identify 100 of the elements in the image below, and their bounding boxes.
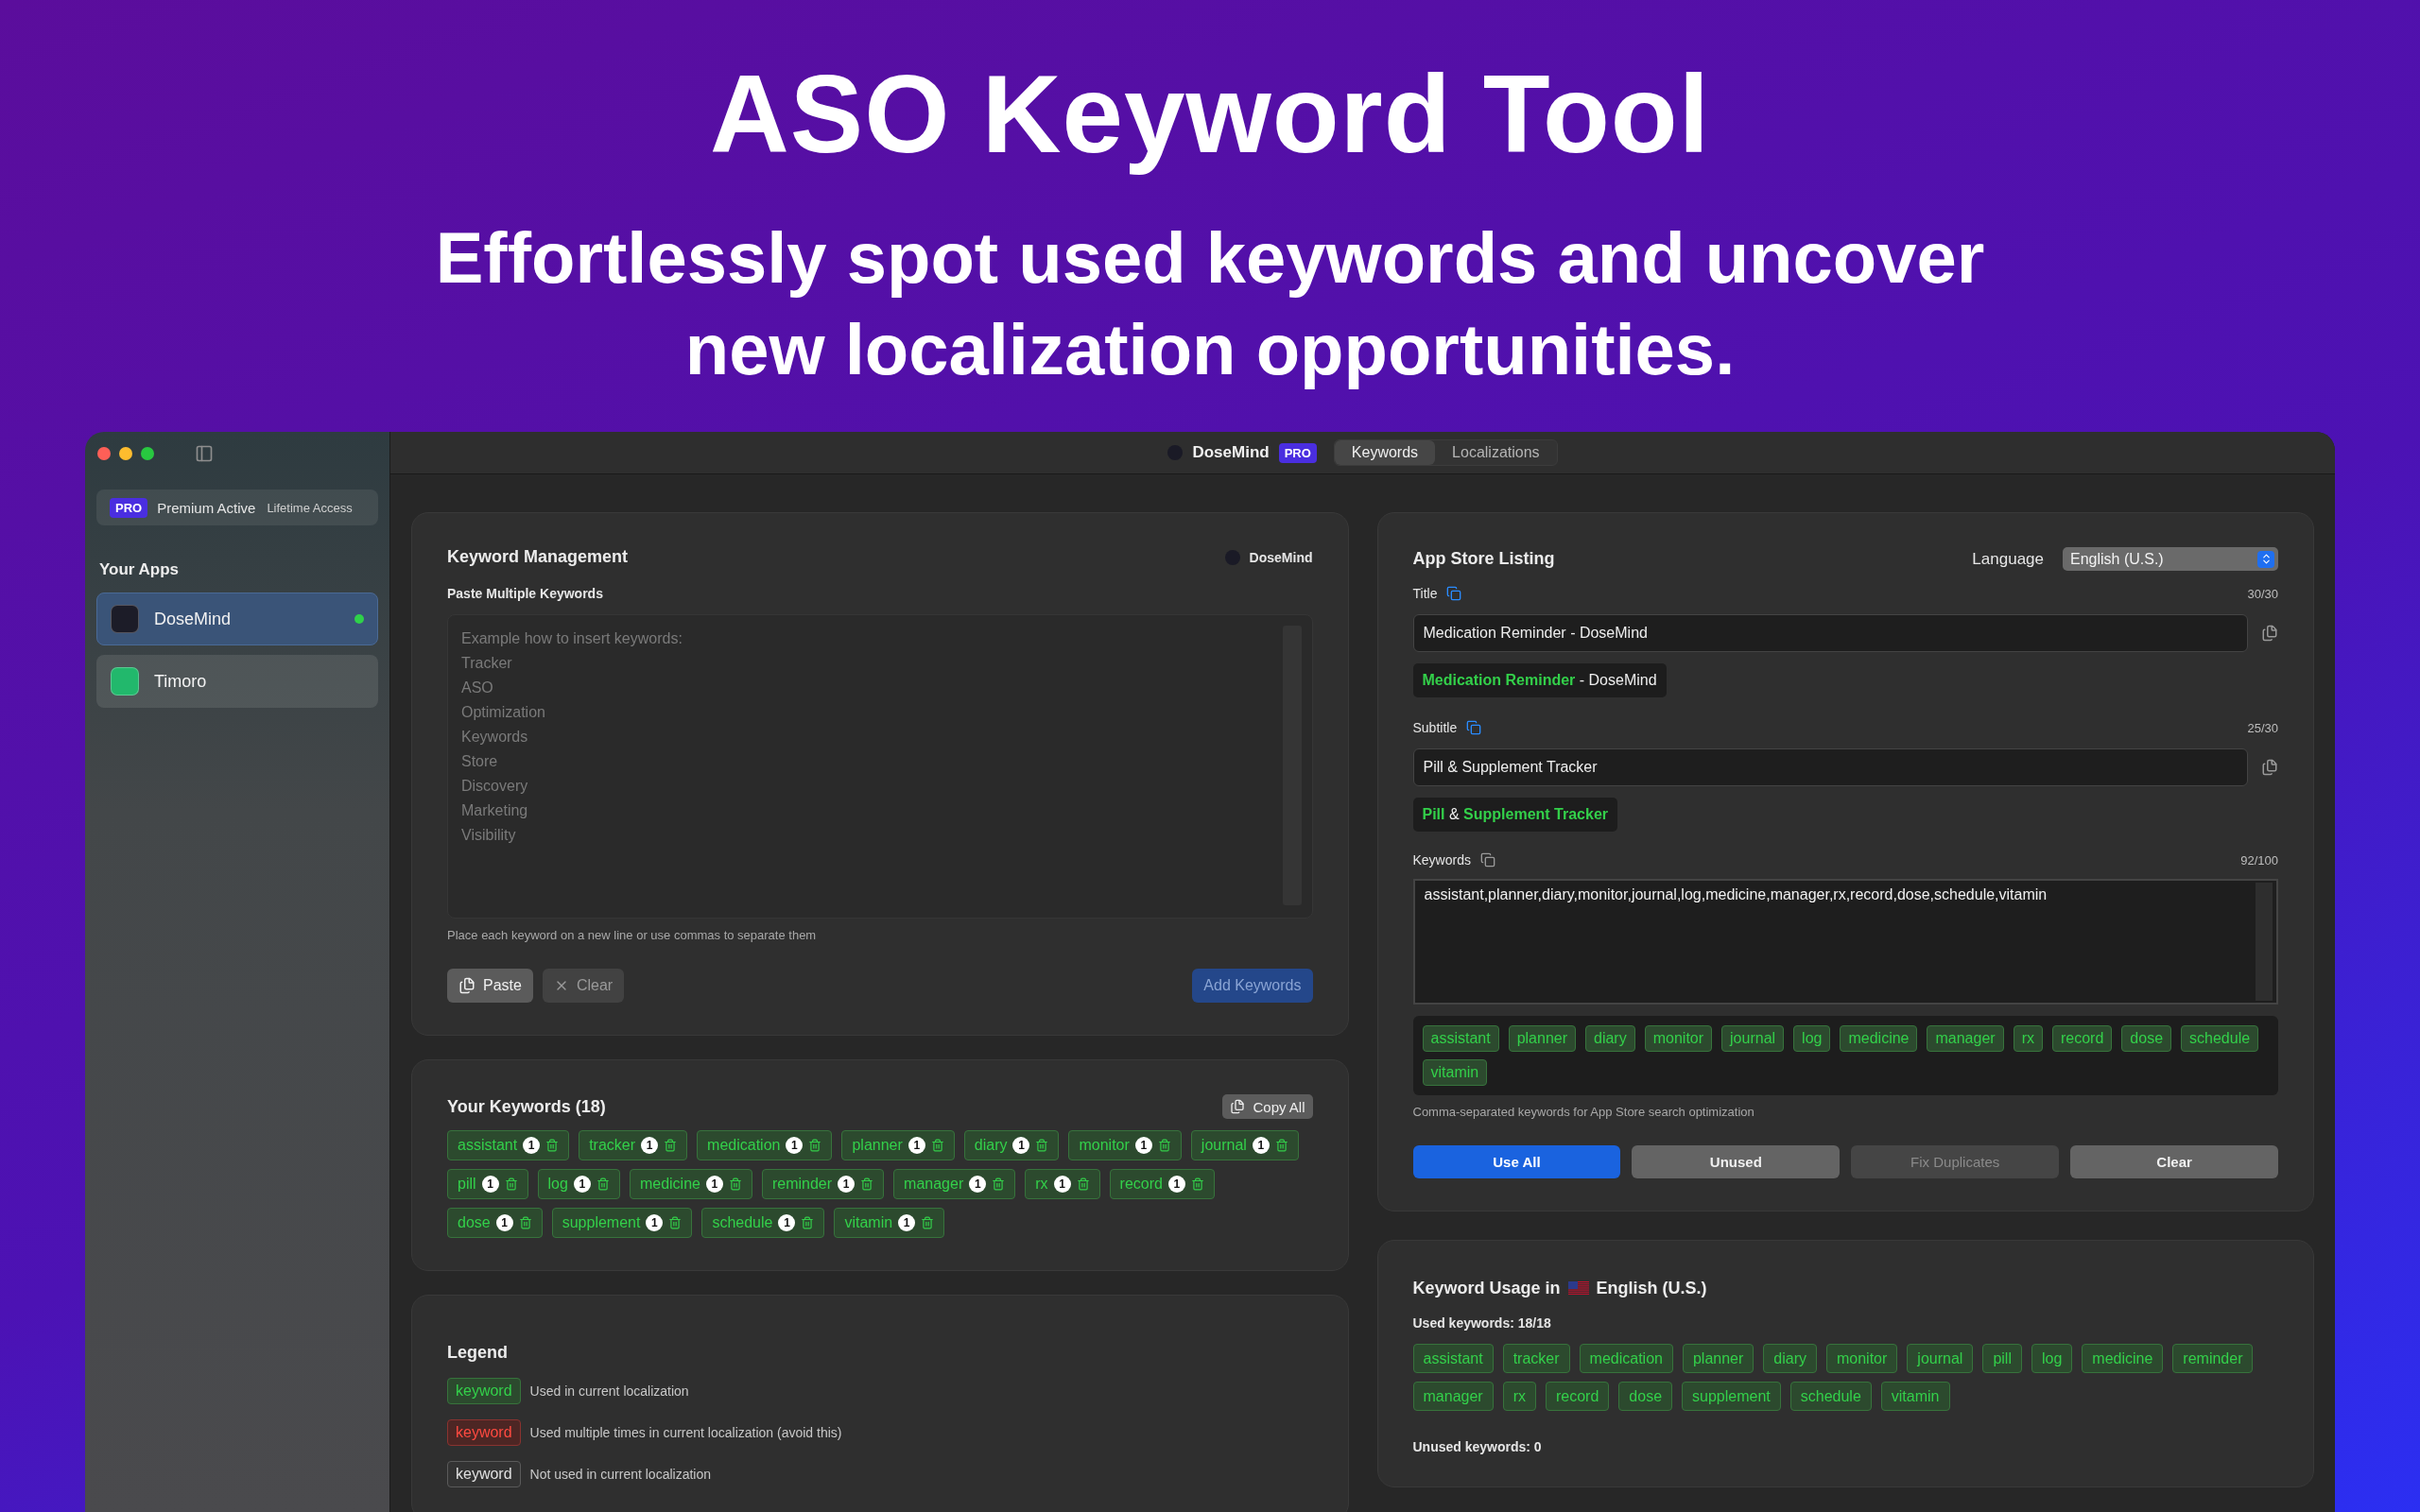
- hint-text: Comma-separated keywords for App Store search optimization: [1412, 1105, 1755, 1119]
- copy-icon[interactable]: [1479, 852, 1495, 868]
- character-counter: 30/30: [2247, 586, 2278, 601]
- keyword-chip[interactable]: dose 1: [447, 1208, 543, 1238]
- app-item[interactable]: Timoro: [96, 655, 378, 708]
- trash-icon[interactable]: [664, 1139, 678, 1152]
- keyword-chip[interactable]: reminder 1: [761, 1169, 885, 1199]
- copy-icon: [1230, 1099, 1246, 1114]
- tab[interactable]: Localizations: [1435, 440, 1557, 465]
- keyword-chip[interactable]: log 1: [537, 1169, 620, 1199]
- keyword-chip: rx: [1502, 1382, 1536, 1411]
- keyword-chip: schedule: [1789, 1382, 1872, 1411]
- close-button[interactable]: [97, 446, 111, 460]
- unused-count: Unused keywords: 0: [1412, 1439, 1543, 1454]
- keyword-sample: keyword: [447, 1419, 521, 1446]
- hint-text: Place each keyword on a new line or use commas to separate them: [447, 928, 818, 942]
- keyword-chip[interactable]: record 1: [1109, 1169, 1215, 1199]
- paste-button[interactable]: Paste: [447, 969, 533, 1003]
- action-button[interactable]: Clear: [2070, 1145, 2278, 1178]
- keyword-chip[interactable]: vitamin 1: [834, 1208, 945, 1238]
- used-count: Used keywords: 18/18: [1412, 1315, 1552, 1331]
- trash-icon[interactable]: [1274, 1139, 1288, 1152]
- trash-icon[interactable]: [992, 1177, 1006, 1191]
- count-badge: 1: [1134, 1137, 1152, 1154]
- keyword-chip[interactable]: planner 1: [841, 1130, 955, 1160]
- legend-text: Used in current localization: [529, 1383, 689, 1399]
- trash-icon[interactable]: [930, 1139, 944, 1152]
- keyword-chip[interactable]: assistant 1: [447, 1130, 570, 1160]
- keywords-text-field[interactable]: assistant,planner,diary,monitor,journal,log,medicine,manager,rx,record,dose,schedule,vitamin: [1412, 879, 2278, 1005]
- trash-icon[interactable]: [596, 1177, 610, 1191]
- copy-icon[interactable]: [2261, 759, 2278, 776]
- keyword-chip: medicine: [1840, 1025, 1918, 1052]
- action-button[interactable]: Unused: [1632, 1145, 1841, 1178]
- action-button[interactable]: Use All: [1412, 1145, 1621, 1178]
- trash-icon[interactable]: [921, 1216, 935, 1229]
- copy-icon[interactable]: [1466, 720, 1482, 735]
- trash-icon[interactable]: [860, 1177, 874, 1191]
- keyword-chip: vitamin: [1880, 1382, 1950, 1411]
- keyword-chip[interactable]: manager 1: [893, 1169, 1016, 1199]
- app-item[interactable]: DoseMind: [96, 593, 378, 645]
- keyword-chip: medication: [1579, 1344, 1673, 1373]
- language-select[interactable]: English (U.S.): [2063, 547, 2278, 571]
- tab[interactable]: Keywords: [1334, 440, 1436, 465]
- count-badge: 1: [898, 1214, 916, 1231]
- keyword-chip[interactable]: monitor 1: [1068, 1130, 1182, 1160]
- app-name: DoseMind: [1192, 443, 1270, 462]
- keyword-chip[interactable]: medicine 1: [629, 1169, 752, 1199]
- count-badge: 1: [573, 1176, 591, 1193]
- panel-title: Keyword Management: [447, 547, 629, 567]
- keyword-chip: record: [1546, 1382, 1610, 1411]
- sidebar-toggle-icon[interactable]: [195, 443, 214, 463]
- keyword-chip: diary: [1585, 1025, 1635, 1052]
- keywords-input-field[interactable]: Example how to insert keywords: Tracker ASO Optimization Keywords Store Discovery Marketing Visibility: [447, 614, 1313, 919]
- keyword-chip: log: [2031, 1344, 2073, 1373]
- keyword-chip: supplement: [1682, 1382, 1781, 1411]
- count-badge: 1: [908, 1137, 925, 1154]
- text-field[interactable]: Pill & Supplement Tracker: [1412, 748, 2248, 786]
- copy-all-button[interactable]: Copy All: [1222, 1094, 1313, 1119]
- keyword-text: reminder: [771, 1176, 833, 1193]
- trash-icon[interactable]: [518, 1216, 532, 1229]
- trash-icon[interactable]: [808, 1139, 822, 1152]
- count-badge: 1: [495, 1214, 513, 1231]
- copy-icon[interactable]: [1446, 586, 1462, 601]
- trash-icon[interactable]: [801, 1216, 815, 1229]
- panel-title: Your Keywords (18): [447, 1096, 606, 1117]
- keyword-text: pill: [458, 1176, 476, 1193]
- zoom-button[interactable]: [141, 446, 154, 460]
- trash-icon[interactable]: [1157, 1139, 1171, 1152]
- count-badge: 1: [1167, 1176, 1185, 1193]
- keyword-chip: journal: [1721, 1025, 1785, 1052]
- section-heading: Your Apps: [99, 560, 181, 579]
- trash-icon[interactable]: [728, 1177, 742, 1191]
- trash-icon[interactable]: [1035, 1139, 1049, 1152]
- panel-title: Legend: [447, 1343, 509, 1363]
- keyword-chip[interactable]: tracker 1: [579, 1130, 688, 1160]
- keyword-chip[interactable]: journal 1: [1190, 1130, 1299, 1160]
- trash-icon[interactable]: [545, 1139, 560, 1152]
- count-badge: 1: [646, 1214, 664, 1231]
- keyword-sample: keyword: [447, 1461, 521, 1487]
- flag-icon: [1567, 1281, 1589, 1296]
- trash-icon[interactable]: [1076, 1177, 1090, 1191]
- minimize-button[interactable]: [119, 446, 132, 460]
- keyword-chip[interactable]: medication 1: [697, 1130, 833, 1160]
- trash-icon[interactable]: [1190, 1177, 1204, 1191]
- app-name: DoseMind: [1249, 549, 1313, 565]
- plan-term: Lifetime Access: [267, 500, 353, 515]
- pro-badge: PRO: [110, 497, 148, 518]
- count-badge: 1: [641, 1137, 659, 1154]
- keyword-chip[interactable]: supplement 1: [551, 1208, 693, 1238]
- highlight-preview: Pill & Supplement Tracker: [1412, 798, 1618, 832]
- trash-icon[interactable]: [668, 1216, 683, 1229]
- keyword-chip[interactable]: pill 1: [447, 1169, 528, 1199]
- keyword-chip[interactable]: schedule 1: [701, 1208, 825, 1238]
- copy-icon[interactable]: [2261, 625, 2278, 642]
- trash-icon[interactable]: [504, 1177, 518, 1191]
- count-badge: 1: [481, 1176, 499, 1193]
- keyword-chip[interactable]: diary 1: [963, 1130, 1060, 1160]
- keyword-chip: journal: [1907, 1344, 1974, 1373]
- keyword-chip[interactable]: rx 1: [1025, 1169, 1100, 1199]
- text-field[interactable]: Medication Reminder - DoseMind: [1412, 614, 2248, 652]
